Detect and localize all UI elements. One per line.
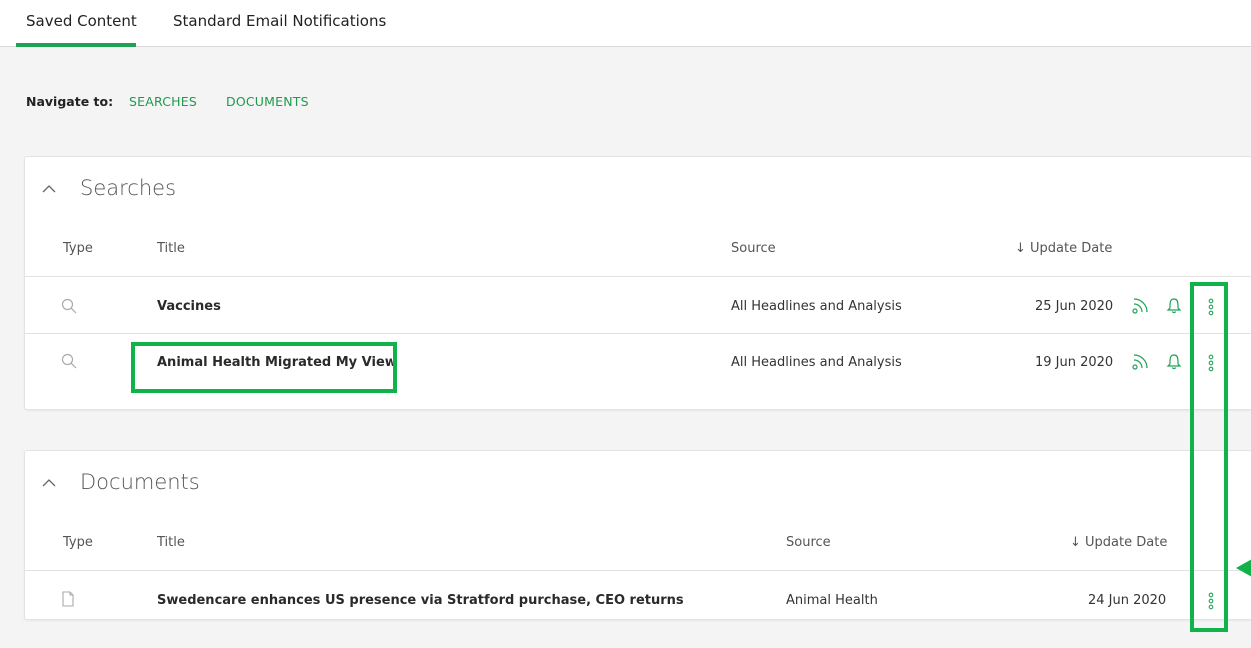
column-header-type: Type — [63, 535, 93, 550]
bell-icon[interactable] — [1166, 297, 1182, 315]
column-header-title[interactable]: Title — [157, 241, 185, 256]
rss-feed-icon[interactable] — [1131, 297, 1149, 315]
column-header-title[interactable]: Title — [157, 535, 185, 550]
tab-saved-content[interactable]: Saved Content — [26, 12, 137, 30]
column-header-update-date[interactable]: ↓ Update Date — [1015, 241, 1112, 256]
column-header-source[interactable]: Source — [731, 241, 776, 256]
divider — [25, 276, 1251, 277]
column-header-update-date-label: Update Date — [1030, 241, 1113, 256]
document-title[interactable]: Swedencare enhances US presence via Stra… — [157, 593, 684, 608]
divider — [25, 333, 1251, 334]
annotation-arrow-icon — [1236, 559, 1251, 577]
nav-link-searches[interactable]: SEARCHES — [129, 94, 197, 109]
sort-down-arrow-icon: ↓ — [1070, 535, 1086, 550]
search-title[interactable]: Vaccines — [157, 299, 221, 314]
chevron-up-icon[interactable] — [41, 184, 57, 194]
tab-standard-email-notifications[interactable]: Standard Email Notifications — [173, 12, 386, 30]
search-source: All Headlines and Analysis — [731, 355, 902, 370]
column-header-update-date[interactable]: ↓ Update Date — [1070, 535, 1167, 550]
search-icon — [61, 298, 77, 314]
nav-link-documents[interactable]: DOCUMENTS — [226, 94, 309, 109]
search-date: 25 Jun 2020 — [1035, 299, 1114, 314]
column-header-source[interactable]: Source — [786, 535, 831, 550]
document-date: 24 Jun 2020 — [1088, 593, 1167, 608]
document-icon — [62, 591, 74, 607]
sort-down-arrow-icon: ↓ — [1015, 241, 1031, 256]
section-title-documents: Documents — [80, 470, 200, 494]
document-source: Animal Health — [786, 593, 878, 608]
search-date: 19 Jun 2020 — [1035, 355, 1114, 370]
column-header-type: Type — [63, 241, 93, 256]
navigate-label: Navigate to: — [26, 94, 114, 109]
divider — [25, 570, 1251, 571]
highlight-box-more-options — [1190, 282, 1228, 632]
rss-feed-icon[interactable] — [1131, 353, 1149, 371]
chevron-up-icon[interactable] — [41, 478, 57, 488]
search-icon — [61, 353, 77, 369]
bell-icon[interactable] — [1166, 353, 1182, 371]
tab-bar: Saved Content Standard Email Notificatio… — [0, 0, 1251, 47]
search-source: All Headlines and Analysis — [731, 299, 902, 314]
active-tab-indicator — [16, 43, 136, 47]
section-title-searches: Searches — [80, 176, 177, 200]
column-header-update-date-label: Update Date — [1085, 535, 1168, 550]
highlight-box-title — [131, 342, 397, 393]
documents-panel: Documents Type Title Source ↓ Update Dat… — [24, 450, 1251, 620]
